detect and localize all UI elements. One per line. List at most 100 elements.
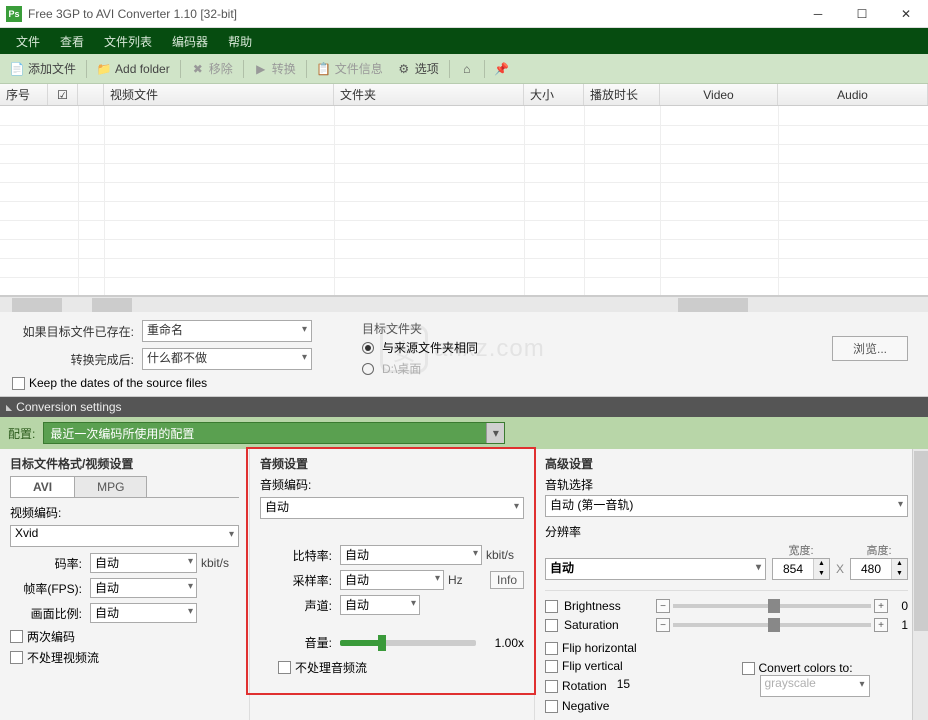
menu-encoder[interactable]: 编码器	[162, 29, 218, 54]
volume-slider[interactable]	[340, 640, 476, 646]
negative-label: Negative	[562, 699, 609, 713]
config-dropdown[interactable]: 最近一次编码所使用的配置 ▾	[43, 422, 505, 444]
home-button[interactable]: ⌂	[454, 59, 480, 79]
col-num[interactable]: 序号	[0, 84, 48, 105]
dropdown-arrow-icon: ▾	[486, 423, 504, 443]
col-video-file[interactable]: 视频文件	[104, 84, 334, 105]
file-info-button[interactable]: 📋 文件信息	[311, 57, 389, 80]
tab-mpg[interactable]: MPG	[74, 476, 147, 497]
aspect-dropdown[interactable]: 自动	[90, 603, 197, 623]
volume-slider-thumb[interactable]	[378, 635, 386, 651]
options-label: 选项	[415, 60, 439, 77]
options-button[interactable]: ⚙ 选项	[391, 57, 445, 80]
x-label: X	[836, 562, 844, 580]
menu-filelist[interactable]: 文件列表	[94, 29, 162, 54]
audio-settings-title: 音频设置	[260, 455, 524, 472]
col-check[interactable]: ☑	[48, 84, 78, 105]
color-mode-dropdown[interactable]: grayscale	[760, 675, 870, 697]
sample-rate-unit: Hz	[448, 573, 486, 587]
audio-bitrate-dropdown[interactable]: 自动	[340, 545, 482, 565]
no-audio-checkbox[interactable]	[278, 661, 291, 674]
plus-icon[interactable]: +	[874, 618, 888, 632]
sample-rate-dropdown[interactable]: 自动	[340, 570, 444, 590]
saturation-slider[interactable]: − +	[656, 618, 888, 632]
remove-button[interactable]: ✖ 移除	[185, 57, 239, 80]
saturation-checkbox[interactable]	[545, 619, 558, 632]
custom-folder-path: D:\桌面	[382, 360, 421, 377]
col-folder[interactable]: 文件夹	[334, 84, 524, 105]
width-spinner[interactable]: 854 ▲▼	[772, 558, 830, 580]
destination-settings: 如果目标文件已存在: 重命名 转换完成后: 什么都不做 Keep the dat…	[0, 312, 928, 397]
window-title: Free 3GP to AVI Converter 1.10 [32-bit]	[28, 7, 796, 21]
audio-encoding-dropdown[interactable]: 自动	[260, 497, 524, 519]
fps-dropdown[interactable]: 自动	[90, 578, 197, 598]
sample-rate-label: 采样率:	[260, 572, 336, 589]
browse-button[interactable]: 浏览...	[832, 336, 908, 361]
brightness-slider[interactable]: − +	[656, 599, 888, 613]
brightness-checkbox[interactable]	[545, 600, 558, 613]
info-button[interactable]: Info	[490, 571, 524, 589]
video-encoding-dropdown[interactable]: Xvid	[10, 525, 239, 547]
rotation-dropdown[interactable]: 15	[617, 677, 663, 695]
scroll-thumb[interactable]	[914, 451, 928, 631]
channel-dropdown[interactable]: 自动	[340, 595, 420, 615]
scroll-thumb[interactable]	[12, 298, 62, 312]
keep-dates-label: Keep the dates of the source files	[29, 376, 207, 390]
bitrate-dropdown[interactable]: 自动	[90, 553, 197, 573]
tab-avi[interactable]: AVI	[10, 476, 75, 497]
remove-label: 移除	[209, 60, 233, 77]
col-duration[interactable]: 播放时长	[584, 84, 660, 105]
horizontal-scrollbar[interactable]	[0, 296, 928, 312]
play-icon: ▶	[254, 62, 268, 76]
same-as-source-radio[interactable]	[362, 342, 374, 354]
menu-help[interactable]: 帮助	[218, 29, 262, 54]
audio-settings-panel: 音频设置 音频编码: 自动 比特率: 自动 kbit/s 采样率: 自动 Hz …	[250, 449, 535, 720]
col-audio-codec[interactable]: Audio	[778, 84, 928, 105]
add-folder-button[interactable]: 📁 Add folder	[91, 59, 176, 79]
flip-horizontal-checkbox[interactable]	[545, 642, 558, 655]
maximize-button[interactable]: ☐	[840, 0, 884, 28]
col-icon[interactable]	[78, 84, 104, 105]
plus-icon[interactable]: +	[874, 599, 888, 613]
aspect-label: 画面比例:	[10, 605, 86, 622]
height-spinner[interactable]: 480 ▲▼	[850, 558, 908, 580]
close-button[interactable]: ✕	[884, 0, 928, 28]
app-icon: Ps	[6, 6, 22, 22]
if-exists-dropdown[interactable]: 重命名	[142, 320, 312, 342]
file-table-header: 序号 ☑ 视频文件 文件夹 大小 播放时长 Video Audio	[0, 84, 928, 106]
add-files-button[interactable]: 📄 添加文件	[4, 57, 82, 80]
advanced-settings-panel: 高级设置 音轨选择 自动 (第一音轨) 分辨率 自动 宽度: 854 ▲▼ X	[535, 449, 928, 720]
if-exists-label: 如果目标文件已存在:	[12, 323, 142, 340]
scroll-thumb[interactable]	[92, 298, 132, 312]
menu-file[interactable]: 文件	[6, 29, 50, 54]
scroll-thumb[interactable]	[678, 298, 748, 312]
col-size[interactable]: 大小	[524, 84, 584, 105]
minus-icon[interactable]: −	[656, 599, 670, 613]
saturation-label: Saturation	[564, 618, 650, 632]
same-as-source-label: 与来源文件夹相同	[382, 339, 478, 356]
two-pass-checkbox[interactable]	[10, 630, 23, 643]
custom-folder-radio[interactable]	[362, 363, 374, 375]
file-list-area[interactable]	[0, 106, 928, 296]
menu-bar: 文件 查看 文件列表 编码器 帮助	[0, 28, 928, 54]
minimize-button[interactable]: ─	[796, 0, 840, 28]
resolution-dropdown[interactable]: 自动	[545, 558, 766, 580]
no-video-label: 不处理视频流	[27, 649, 99, 666]
no-video-checkbox[interactable]	[10, 651, 23, 664]
track-dropdown[interactable]: 自动 (第一音轨)	[545, 495, 908, 517]
separator	[243, 60, 244, 78]
menu-view[interactable]: 查看	[50, 29, 94, 54]
minus-icon[interactable]: −	[656, 618, 670, 632]
pin-button[interactable]: 📌	[489, 59, 515, 79]
convert-button[interactable]: ▶ 转换	[248, 57, 302, 80]
separator	[180, 60, 181, 78]
col-video-codec[interactable]: Video	[660, 84, 778, 105]
after-convert-dropdown[interactable]: 什么都不做	[142, 348, 312, 370]
vertical-scrollbar[interactable]	[912, 449, 928, 720]
keep-dates-checkbox[interactable]	[12, 377, 25, 390]
rotation-checkbox[interactable]	[545, 680, 558, 693]
negative-checkbox[interactable]	[545, 700, 558, 713]
flip-vertical-checkbox[interactable]	[545, 660, 558, 673]
convert-colors-checkbox[interactable]	[742, 662, 755, 675]
conversion-settings-header[interactable]: Conversion settings	[0, 397, 928, 417]
